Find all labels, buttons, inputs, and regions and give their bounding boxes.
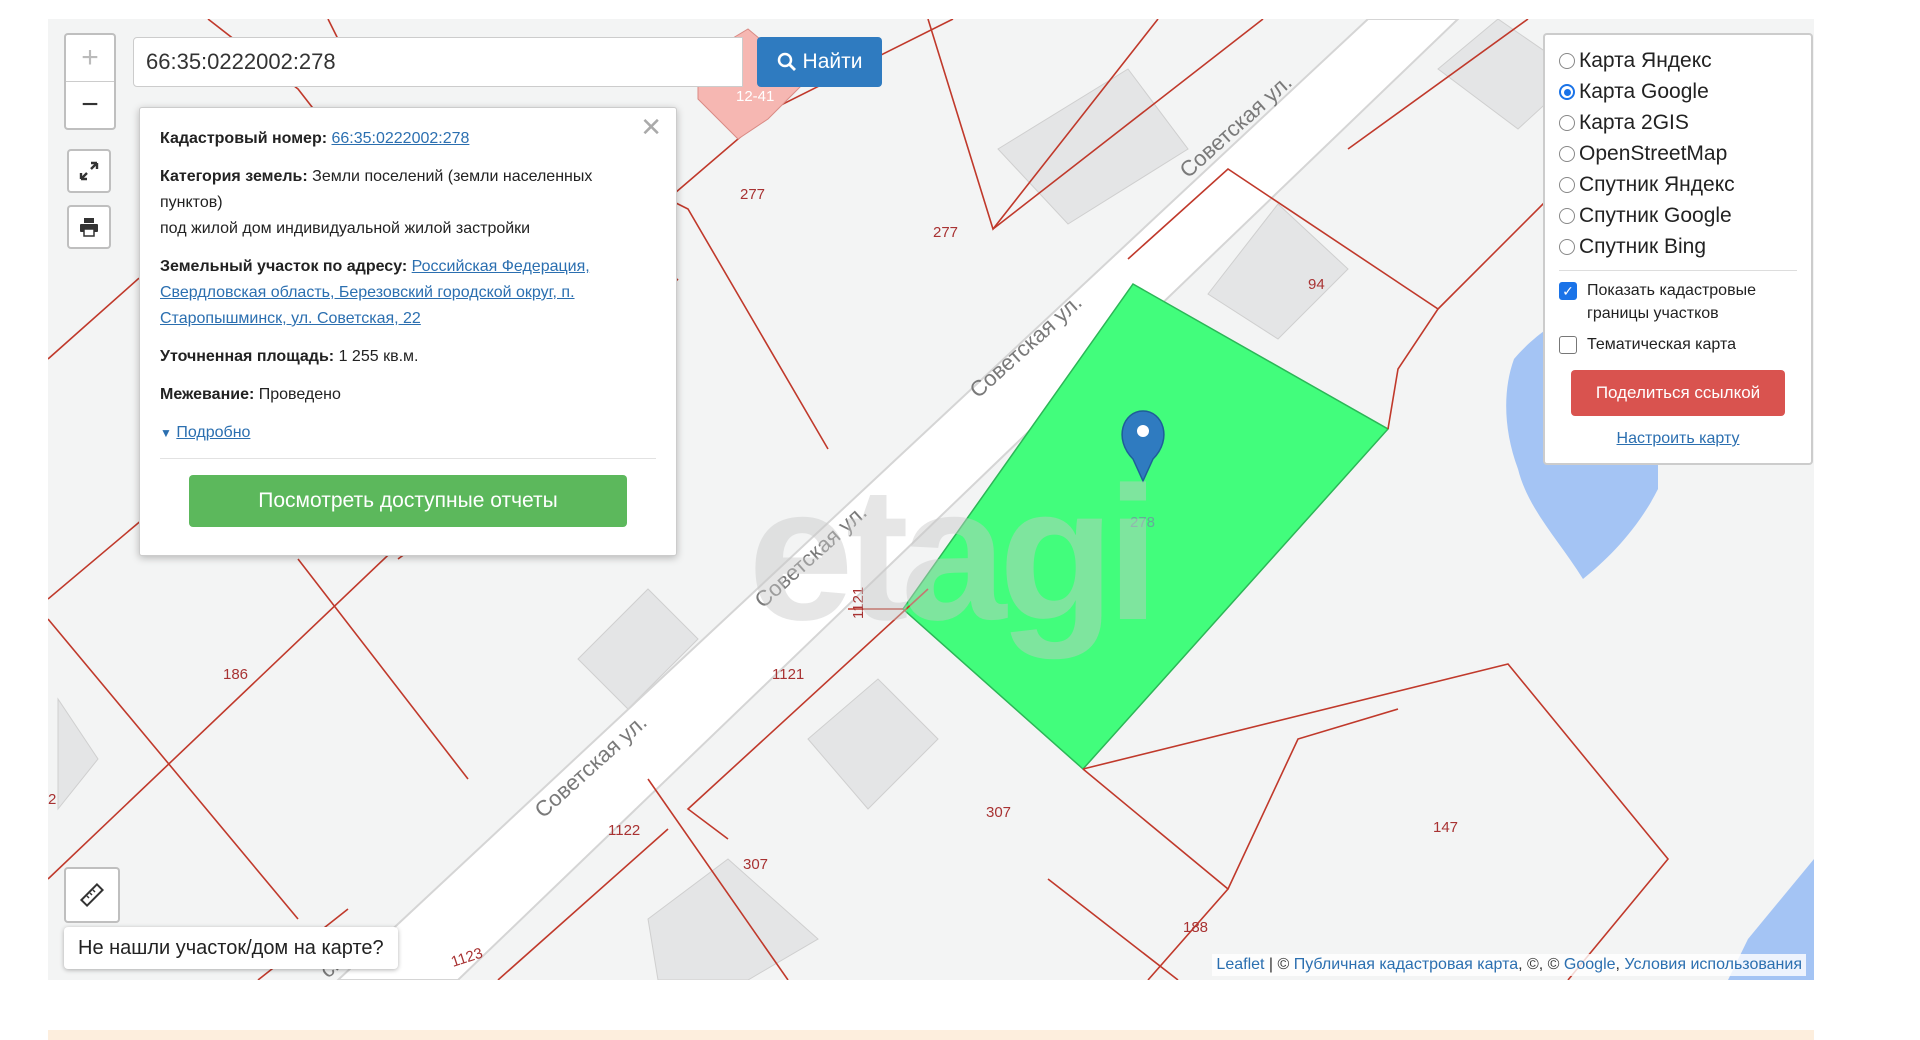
search-icon (777, 52, 796, 71)
layer-option[interactable]: Спутник Google (1559, 200, 1797, 231)
radio-unselected[interactable] (1559, 176, 1575, 193)
area-label: Уточненная площадь: (160, 348, 335, 365)
layer-option-label: Карта Яндекс (1579, 48, 1712, 72)
attribution-separator: , ©, © (1518, 956, 1564, 973)
layer-option[interactable]: Карта Google (1559, 76, 1797, 107)
plot-number: 277 (740, 186, 765, 203)
google-link[interactable]: Google (1564, 956, 1616, 973)
layer-options: Карта Яндекс Карта Google Карта 2GIS OpenSt… (1559, 45, 1797, 262)
attribution-separator: | © (1264, 956, 1294, 973)
triangle-down-icon: ▼ (160, 426, 172, 440)
plot-number: 307 (986, 804, 1011, 821)
map-canvas[interactable]: Советская ул. Советская ул. Советская ул… (48, 19, 1814, 980)
address-label: Земельный участок по адресу: (160, 258, 408, 275)
find-button-label: Найти (802, 50, 863, 73)
layer-option-label: Карта 2GIS (1579, 110, 1689, 134)
expand-icon (79, 161, 99, 181)
show-boundaries-toggle[interactable]: ✓ Показать кадастровые границы участков (1559, 279, 1797, 325)
divider (160, 458, 656, 459)
layer-option-label: Спутник Яндекс (1579, 172, 1735, 196)
survey-row: Межевание: Проведено (160, 382, 656, 408)
plot-number: 1121 (772, 666, 804, 683)
plot-number: 1122 (608, 822, 640, 839)
terms-link[interactable]: Условия использования (1624, 956, 1802, 973)
layer-option[interactable]: OpenStreetMap (1559, 138, 1797, 169)
area-value: 1 255 кв.м. (338, 348, 419, 365)
thematic-map-toggle[interactable]: Тематическая карта (1559, 333, 1797, 356)
layer-option-label: Спутник Bing (1579, 234, 1707, 258)
land-usage-value: под жилой дом индивидуальной жилой застр… (160, 220, 531, 237)
details-link[interactable]: Подробно (176, 424, 250, 441)
plot-number: 147 (1433, 819, 1458, 836)
layer-option-label: Карта Google (1579, 79, 1709, 103)
configure-map-link[interactable]: Настроить карту (1559, 430, 1797, 448)
zoom-in-button[interactable]: + (66, 35, 114, 82)
share-link-button[interactable]: Поделиться ссылкой (1571, 370, 1785, 416)
radio-unselected[interactable] (1559, 145, 1575, 162)
survey-value: Проведено (258, 386, 341, 403)
thematic-map-label: Тематическая карта (1587, 336, 1737, 353)
layer-option[interactable]: Спутник Яндекс (1559, 169, 1797, 200)
plot-number: 1121 (850, 587, 867, 619)
radio-unselected[interactable] (1559, 114, 1575, 131)
layer-option[interactable]: Карта 2GIS (1559, 107, 1797, 138)
ruler-button[interactable] (64, 867, 120, 923)
leaflet-link[interactable]: Leaflet (1216, 956, 1264, 973)
plot-number: 188 (1183, 919, 1208, 936)
map-attribution: Leaflet | © Публичная кадастровая карта,… (1212, 954, 1806, 976)
show-boundaries-label: Показать кадастровые границы участков (1587, 282, 1756, 322)
plot-number: 2 (48, 791, 56, 808)
zoom-control: + − (64, 33, 116, 130)
layer-option-label: Спутник Google (1579, 203, 1732, 227)
checkbox-checked[interactable]: ✓ (1559, 282, 1577, 300)
close-icon[interactable]: ✕ (640, 114, 662, 140)
plot-number: 277 (933, 224, 958, 241)
land-category-row: Категория земель: Земли поселений (земли… (160, 164, 656, 242)
radio-selected[interactable] (1559, 83, 1575, 100)
radio-unselected[interactable] (1559, 52, 1575, 69)
plot-number: 307 (743, 856, 768, 873)
layer-option[interactable]: Спутник Bing (1559, 231, 1797, 262)
layer-option[interactable]: Карта Яндекс (1559, 45, 1797, 76)
public-cadastral-map-link[interactable]: Публичная кадастровая карта (1294, 956, 1518, 973)
details-row: ▼ Подробно (160, 420, 656, 446)
ruler-icon (79, 882, 105, 908)
plot-number: 94 (1308, 276, 1325, 293)
plot-number: 278 (1130, 514, 1155, 531)
cadastral-number-link[interactable]: 66:35:0222002:278 (332, 130, 470, 147)
zoom-out-button[interactable]: − (66, 82, 114, 128)
print-button[interactable] (67, 205, 111, 249)
address-row: Земельный участок по адресу: Российская … (160, 254, 656, 332)
cadastral-search-input[interactable] (133, 37, 743, 87)
radio-unselected[interactable] (1559, 238, 1575, 255)
fullscreen-button[interactable] (67, 149, 111, 193)
view-reports-button[interactable]: Посмотреть доступные отчеты (189, 475, 627, 527)
checkbox-unchecked[interactable] (1559, 336, 1577, 354)
not-found-button[interactable]: Не нашли участок/дом на карте? (64, 927, 398, 969)
plot-number: 186 (223, 666, 248, 683)
cadastral-number-label: Кадастровый номер: (160, 130, 328, 147)
plot-number: 12-41 (736, 88, 774, 105)
printer-icon (80, 218, 98, 237)
layers-panel: Карта Яндекс Карта Google Карта 2GIS OpenSt… (1543, 33, 1813, 465)
divider (1559, 270, 1797, 271)
cadastral-number-row: Кадастровый номер: 66:35:0222002:278 (160, 126, 656, 152)
page-bottom-strip (48, 1030, 1814, 1040)
layer-option-label: OpenStreetMap (1579, 141, 1728, 165)
land-category-label: Категория земель: (160, 168, 308, 185)
find-button[interactable]: Найти (757, 37, 882, 87)
plot-info-popup: ✕ Кадастровый номер: 66:35:0222002:278 К… (139, 107, 677, 556)
radio-unselected[interactable] (1559, 207, 1575, 224)
area-row: Уточненная площадь: 1 255 кв.м. (160, 344, 656, 370)
survey-label: Межевание: (160, 386, 255, 403)
